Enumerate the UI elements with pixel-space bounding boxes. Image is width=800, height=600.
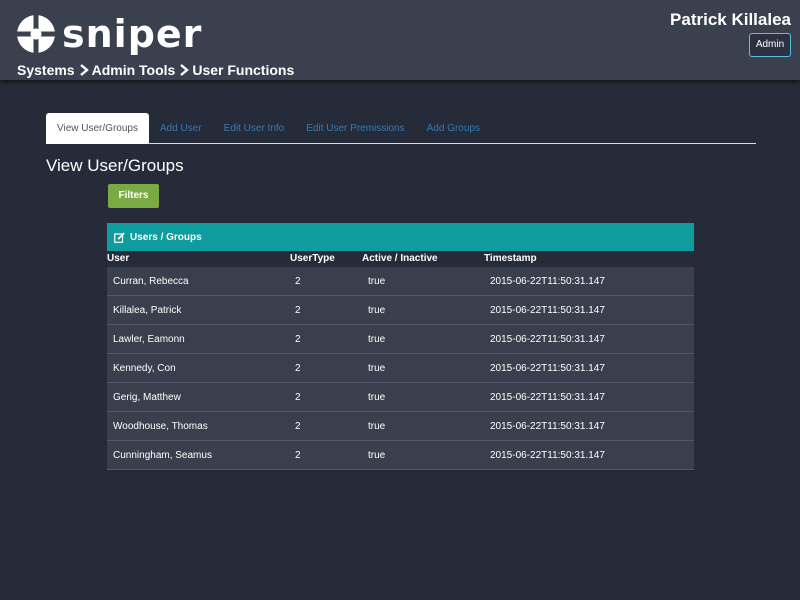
panel-title: Users / Groups <box>130 231 202 243</box>
table-row[interactable]: Cunningham, Seamus 2 true 2015-06-22T11:… <box>107 441 694 470</box>
cell-active: true <box>368 276 386 287</box>
users-groups-panel: Users / Groups User UserType Active / In… <box>107 223 694 470</box>
tab-edit-user-permissions[interactable]: Edit User Premissions <box>295 113 415 143</box>
tab-bar: View User/Groups Add User Edit User Info… <box>46 112 756 144</box>
column-header-active[interactable]: Active / Inactive <box>362 253 438 264</box>
cell-timestamp: 2015-06-22T11:50:31.147 <box>490 450 605 461</box>
cell-timestamp: 2015-06-22T11:50:31.147 <box>490 421 605 432</box>
cell-timestamp: 2015-06-22T11:50:31.147 <box>490 392 605 403</box>
cell-active: true <box>368 392 386 403</box>
cell-usertype: 2 <box>295 421 301 432</box>
cell-active: true <box>368 450 386 461</box>
top-header: sniper Systems Admin Tools User Function… <box>0 0 800 80</box>
logo-text: sniper <box>62 12 203 56</box>
column-header-user[interactable]: User <box>107 253 129 264</box>
cell-user: Curran, Rebecca <box>113 276 189 287</box>
filters-button[interactable]: Filters <box>108 184 159 208</box>
panel-heading: Users / Groups <box>107 223 694 251</box>
cell-timestamp: 2015-06-22T11:50:31.147 <box>490 276 605 287</box>
breadcrumb-item-user-functions[interactable]: User Functions <box>192 62 294 78</box>
cell-usertype: 2 <box>295 363 301 374</box>
app-logo[interactable]: sniper <box>16 14 202 54</box>
cell-active: true <box>368 334 386 345</box>
cell-active: true <box>368 305 386 316</box>
breadcrumb: Systems Admin Tools User Functions <box>17 62 294 78</box>
chevron-right-icon <box>180 64 190 76</box>
cell-usertype: 2 <box>295 450 301 461</box>
cell-user: Cunningham, Seamus <box>113 450 212 461</box>
table-row[interactable]: Lawler, Eamonn 2 true 2015-06-22T11:50:3… <box>107 325 694 354</box>
breadcrumb-item-systems[interactable]: Systems <box>17 62 75 78</box>
cell-usertype: 2 <box>295 276 301 287</box>
tab-view-user-groups[interactable]: View User/Groups <box>46 113 149 144</box>
tab-add-user[interactable]: Add User <box>149 113 213 143</box>
cell-active: true <box>368 363 386 374</box>
crosshair-logo-icon <box>16 14 56 54</box>
tab-add-groups[interactable]: Add Groups <box>416 113 491 143</box>
user-name: Patrick Killalea <box>670 10 791 29</box>
cell-usertype: 2 <box>295 334 301 345</box>
cell-timestamp: 2015-06-22T11:50:31.147 <box>490 305 605 316</box>
cell-user: Woodhouse, Thomas <box>113 421 208 432</box>
cell-active: true <box>368 421 386 432</box>
table-row[interactable]: Killalea, Patrick 2 true 2015-06-22T11:5… <box>107 296 694 325</box>
table-header: User UserType Active / Inactive Timestam… <box>107 251 694 267</box>
cell-user: Lawler, Eamonn <box>113 334 185 345</box>
cell-timestamp: 2015-06-22T11:50:31.147 <box>490 363 605 374</box>
tab-edit-user-info[interactable]: Edit User Info <box>213 113 296 143</box>
edit-icon <box>114 232 125 243</box>
table-row[interactable]: Kennedy, Con 2 true 2015-06-22T11:50:31.… <box>107 354 694 383</box>
column-header-timestamp[interactable]: Timestamp <box>484 253 537 264</box>
breadcrumb-item-admin-tools[interactable]: Admin Tools <box>92 62 176 78</box>
table-row[interactable]: Woodhouse, Thomas 2 true 2015-06-22T11:5… <box>107 412 694 441</box>
cell-user: Kennedy, Con <box>113 363 176 374</box>
cell-user: Gerig, Matthew <box>113 392 181 403</box>
cell-user: Killalea, Patrick <box>113 305 182 316</box>
page-title: View User/Groups <box>46 156 184 175</box>
admin-role-button[interactable]: Admin <box>749 33 791 57</box>
table-row[interactable]: Gerig, Matthew 2 true 2015-06-22T11:50:3… <box>107 383 694 412</box>
table-row[interactable]: Curran, Rebecca 2 true 2015-06-22T11:50:… <box>107 267 694 296</box>
chevron-right-icon <box>79 64 89 76</box>
cell-usertype: 2 <box>295 392 301 403</box>
cell-timestamp: 2015-06-22T11:50:31.147 <box>490 334 605 345</box>
cell-usertype: 2 <box>295 305 301 316</box>
column-header-usertype[interactable]: UserType <box>290 253 335 264</box>
